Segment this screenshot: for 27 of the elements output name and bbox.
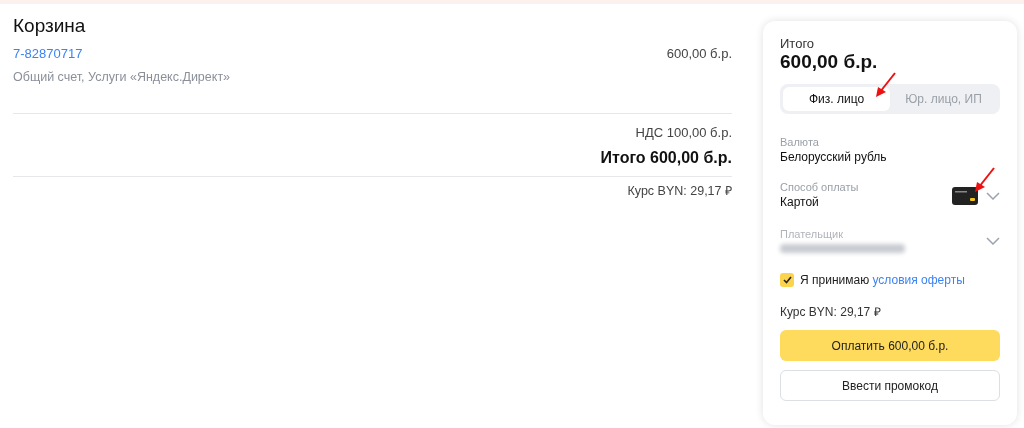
exchange-rate: Курс BYN: 29,17 ₽ bbox=[627, 183, 732, 201]
chevron-down-icon[interactable] bbox=[986, 236, 1000, 245]
field-label: Плательщик bbox=[780, 228, 845, 241]
bank-card-icon bbox=[952, 186, 978, 205]
page-title: Корзина bbox=[13, 14, 87, 38]
field-value: Картой bbox=[780, 194, 820, 210]
order-link[interactable]: 7-82870717 bbox=[13, 44, 83, 64]
check-icon bbox=[782, 276, 792, 284]
promo-code-button[interactable]: Ввести промокод bbox=[780, 370, 1000, 401]
agree-checkbox[interactable] bbox=[780, 273, 794, 287]
field-value: Белорусский рубль bbox=[780, 149, 888, 165]
field-label: Валюта bbox=[780, 136, 820, 149]
customer-type-tab[interactable]: Физ. лицо bbox=[783, 87, 890, 111]
annotation-arrow-icon bbox=[875, 72, 897, 98]
total-amount: Итого 600,00 б.р. bbox=[600, 148, 732, 169]
summary-amount: 600,00 б.р. bbox=[780, 51, 879, 73]
pay-button[interactable]: Оплатить 600,00 б.р. bbox=[780, 330, 1000, 361]
item-price: 600,00 б.р. bbox=[666, 45, 732, 63]
offer-terms-link[interactable]: условия оферты bbox=[872, 273, 965, 287]
chevron-down-icon[interactable] bbox=[986, 191, 1000, 200]
field-label: Способ оплаты bbox=[780, 181, 860, 194]
agreement-text: Я принимаю условия оферты bbox=[800, 272, 965, 289]
annotation-arrow-icon bbox=[974, 167, 996, 193]
vat-amount: НДС 100,00 б.р. bbox=[635, 123, 732, 142]
summary-label: Итого bbox=[780, 37, 816, 51]
exchange-rate: Курс BYN: 29,17 ₽ bbox=[780, 304, 882, 321]
item-description: Общий счет, Услуги «Яндекс.Директ» bbox=[13, 69, 232, 86]
